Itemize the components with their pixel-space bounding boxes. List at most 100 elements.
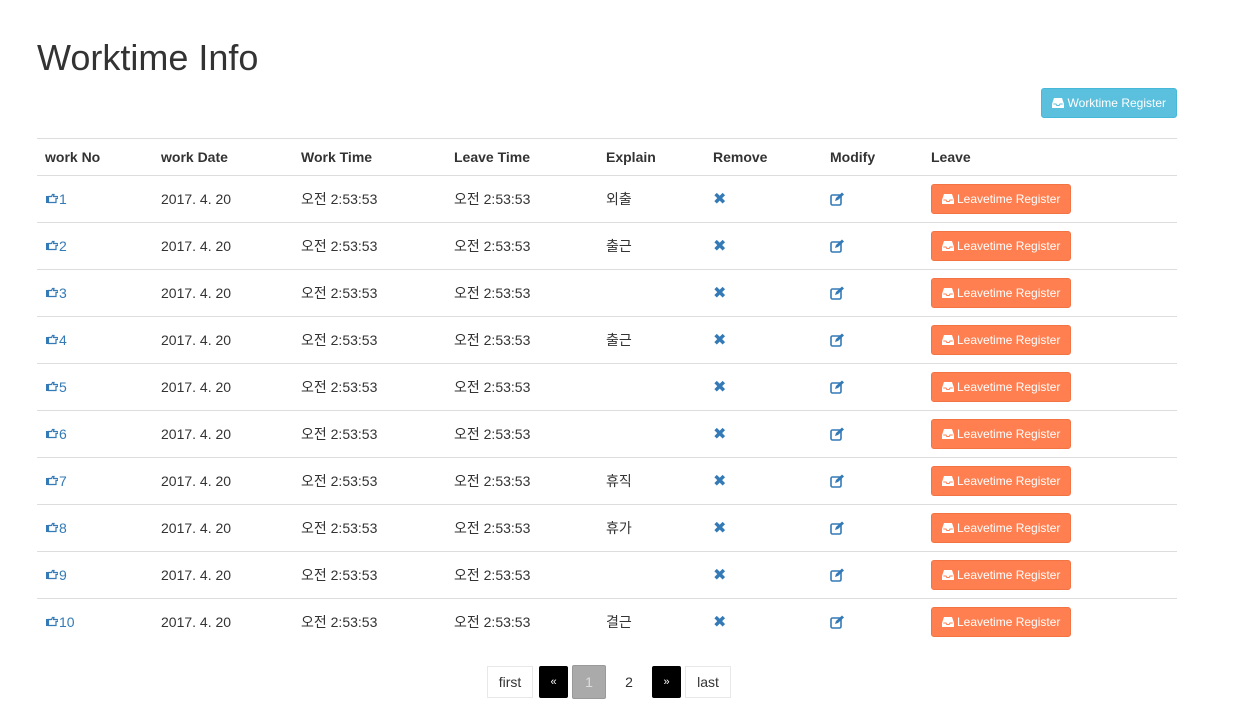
leavetime-register-label: Leavetime Register — [957, 474, 1061, 488]
cell-modify — [822, 316, 923, 364]
cell-remove: ✖ — [705, 457, 822, 505]
header-remove: Remove — [705, 138, 822, 176]
remove-icon[interactable]: ✖ — [713, 379, 726, 396]
leavetime-register-button[interactable]: Leavetime Register — [931, 419, 1072, 449]
edit-icon[interactable] — [830, 615, 915, 629]
work-no-value: 2 — [59, 237, 67, 254]
remove-icon[interactable]: ✖ — [713, 614, 726, 631]
remove-icon[interactable]: ✖ — [713, 238, 726, 255]
work-no-value: 5 — [59, 378, 67, 395]
worktime-table: work No work Date Work Time Leave Time E… — [37, 138, 1177, 645]
leavetime-register-label: Leavetime Register — [957, 192, 1061, 206]
cell-leave-time: 오전 2:53:53 — [446, 598, 598, 645]
leavetime-register-label: Leavetime Register — [957, 615, 1061, 629]
cell-work-time: 오전 2:53:53 — [301, 191, 378, 207]
leavetime-register-button[interactable]: Leavetime Register — [931, 513, 1072, 543]
cell-modify — [822, 504, 923, 552]
remove-icon[interactable]: ✖ — [713, 567, 726, 584]
remove-icon[interactable]: ✖ — [713, 473, 726, 490]
work-no-link[interactable]: 6 — [45, 426, 67, 442]
leavetime-register-button[interactable]: Leavetime Register — [931, 231, 1072, 261]
edit-icon[interactable] — [830, 474, 915, 488]
cell-leave: Leavetime Register — [923, 176, 1177, 223]
work-no-link[interactable]: 7 — [45, 473, 67, 489]
inbox-icon — [942, 522, 954, 534]
remove-icon[interactable]: ✖ — [713, 426, 726, 443]
cell-leave: Leavetime Register — [923, 598, 1177, 645]
edit-icon[interactable] — [830, 521, 915, 535]
work-no-value: 8 — [59, 519, 67, 536]
edit-icon[interactable] — [830, 192, 915, 206]
leavetime-register-button[interactable]: Leavetime Register — [931, 372, 1072, 402]
page-1-button[interactable]: 1 — [572, 665, 606, 699]
cell-leave-time: 오전 2:53:53 — [454, 191, 531, 207]
cell-explain — [598, 551, 705, 599]
inbox-icon — [942, 240, 954, 252]
work-no-link[interactable]: 8 — [45, 520, 67, 536]
work-no-link[interactable]: 3 — [45, 285, 67, 301]
work-no-link[interactable]: 5 — [45, 379, 67, 395]
cell-leave: Leavetime Register — [923, 504, 1177, 552]
leavetime-register-button[interactable]: Leavetime Register — [931, 560, 1072, 590]
leavetime-register-button[interactable]: Leavetime Register — [931, 278, 1072, 308]
page-prev-button[interactable]: « — [539, 666, 568, 698]
page-last-button[interactable]: last — [685, 666, 731, 698]
work-no-link[interactable]: 10 — [45, 614, 75, 630]
work-no-link[interactable]: 4 — [45, 332, 67, 348]
hand-point-icon — [45, 428, 58, 440]
table-row: 5 2017. 4. 20 오전 2:53:53 오전 2:53:53 ✖ Le… — [37, 363, 1177, 411]
work-no-link[interactable]: 2 — [45, 238, 67, 254]
edit-icon[interactable] — [830, 333, 915, 347]
leavetime-register-label: Leavetime Register — [957, 333, 1061, 347]
work-no-link[interactable]: 1 — [45, 191, 67, 207]
cell-work-time: 오전 2:53:53 — [293, 504, 446, 552]
table-row: 6 2017. 4. 20 오전 2:53:53 오전 2:53:53 ✖ Le… — [37, 410, 1177, 458]
edit-icon[interactable] — [830, 427, 915, 441]
page-next-button[interactable]: » — [652, 666, 681, 698]
remove-icon[interactable]: ✖ — [713, 520, 726, 537]
cell-remove: ✖ — [705, 363, 822, 411]
edit-icon[interactable] — [830, 568, 915, 582]
page-2-button[interactable]: 2 — [610, 666, 648, 698]
work-no-value: 4 — [59, 331, 67, 348]
cell-work-no: 6 — [37, 410, 153, 458]
table-row: 2 2017. 4. 20 오전 2:53:53 오전 2:53:53 출근 ✖… — [37, 222, 1177, 270]
cell-modify — [822, 457, 923, 505]
cell-modify — [822, 176, 923, 223]
leavetime-register-label: Leavetime Register — [957, 286, 1061, 300]
cell-leave-time: 오전 2:53:53 — [446, 504, 598, 552]
remove-icon[interactable]: ✖ — [713, 332, 726, 349]
cell-explain — [598, 269, 705, 317]
table-row: 8 2017. 4. 20 오전 2:53:53 오전 2:53:53 휴가 ✖… — [37, 504, 1177, 552]
leavetime-register-label: Leavetime Register — [957, 239, 1061, 253]
cell-explain — [598, 410, 705, 458]
page-first-button[interactable]: first — [487, 666, 533, 698]
leavetime-register-button[interactable]: Leavetime Register — [931, 325, 1072, 355]
cell-explain: 결근 — [598, 598, 705, 645]
inbox-icon — [942, 569, 954, 581]
cell-explain: 휴가 — [598, 504, 705, 552]
cell-leave-time: 오전 2:53:53 — [446, 316, 598, 364]
cell-work-time: 오전 2:53:53 — [293, 598, 446, 645]
work-no-link[interactable]: 9 — [45, 567, 67, 583]
remove-icon[interactable]: ✖ — [713, 285, 726, 302]
worktime-register-label: Worktime Register — [1067, 96, 1166, 110]
cell-explain: 외출 — [606, 191, 632, 207]
leavetime-register-button[interactable]: Leavetime Register — [931, 607, 1072, 637]
worktime-register-button[interactable]: Worktime Register — [1040, 88, 1177, 118]
cell-work-no: 3 — [37, 269, 153, 317]
edit-icon[interactable] — [830, 286, 915, 300]
table-row: 4 2017. 4. 20 오전 2:53:53 오전 2:53:53 출근 ✖… — [37, 316, 1177, 364]
remove-icon[interactable]: ✖ — [713, 191, 726, 208]
hand-point-icon — [45, 616, 58, 628]
header-leave-time: Leave Time — [446, 138, 598, 176]
cell-explain: 휴직 — [598, 457, 705, 505]
edit-icon[interactable] — [830, 380, 915, 394]
inbox-icon — [942, 193, 954, 205]
cell-modify — [822, 551, 923, 599]
cell-work-no: 2 — [37, 222, 153, 270]
leavetime-register-button[interactable]: Leavetime Register — [931, 466, 1072, 496]
pagination: first « 1 2 » last — [487, 665, 731, 699]
leavetime-register-button[interactable]: Leavetime Register — [931, 184, 1072, 214]
edit-icon[interactable] — [830, 239, 915, 253]
